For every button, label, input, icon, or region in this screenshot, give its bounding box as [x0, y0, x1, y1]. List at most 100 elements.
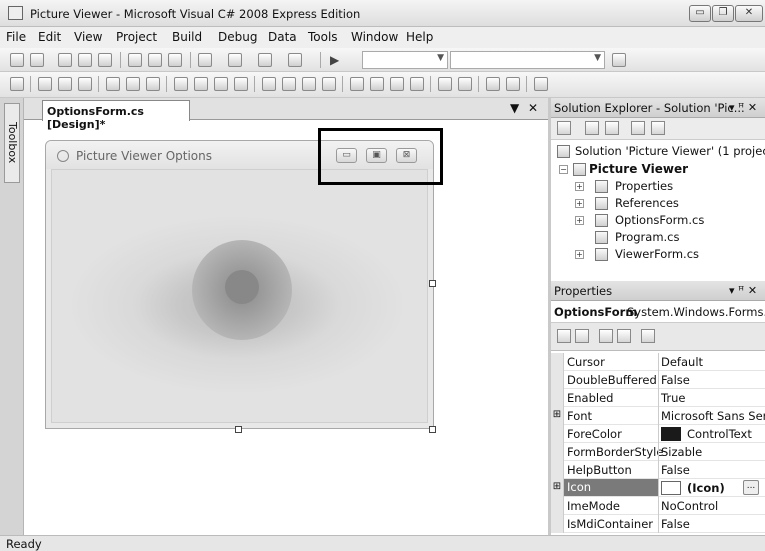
ellipsis-button[interactable]: ... — [743, 480, 759, 495]
v-spacing-increase-icon[interactable] — [370, 77, 384, 91]
property-row-font[interactable]: ⊞ Font Microsoft Sans Seri — [551, 407, 765, 425]
align-to-grid-icon[interactable] — [10, 77, 24, 91]
resize-handle-corner[interactable] — [429, 426, 436, 433]
separator — [254, 76, 255, 92]
paste-icon[interactable] — [168, 53, 182, 67]
v-spacing-decrease-icon[interactable] — [390, 77, 404, 91]
menu-data[interactable]: Data — [268, 30, 297, 44]
toolbox-label: Toolbox — [6, 122, 19, 164]
menu-view[interactable]: View — [74, 30, 102, 44]
save-icon[interactable] — [78, 53, 92, 67]
pane-pin-controls[interactable]: ▾ ꟸ ✕ — [729, 101, 757, 114]
toolbox-tab[interactable]: Toolbox — [4, 103, 20, 183]
platform-combo[interactable]: ▼ — [450, 51, 605, 69]
menu-window[interactable]: Window — [351, 30, 398, 44]
start-debugging-icon[interactable]: ▶ — [330, 53, 339, 67]
h-spacing-remove-icon[interactable] — [322, 77, 336, 91]
expand-icon[interactable]: + — [575, 216, 584, 225]
expand-icon[interactable]: ⊞ — [551, 407, 564, 425]
menu-debug[interactable]: Debug — [218, 30, 257, 44]
size-to-grid-icon[interactable] — [234, 77, 248, 91]
align-bottoms-icon[interactable] — [146, 77, 160, 91]
properties-view-icon[interactable] — [599, 329, 613, 343]
h-spacing-decrease-icon[interactable] — [302, 77, 316, 91]
cut-icon[interactable] — [128, 53, 142, 67]
navigate-backward-icon[interactable] — [258, 53, 272, 67]
menu-project[interactable]: Project — [116, 30, 157, 44]
status-text: Ready — [6, 537, 42, 551]
property-row-enabled[interactable]: Enabled True — [551, 389, 765, 407]
minimize-button[interactable]: ▭ — [689, 5, 711, 22]
align-lefts-icon[interactable] — [38, 77, 52, 91]
view-code-icon[interactable] — [631, 121, 645, 135]
align-centers-icon[interactable] — [58, 77, 72, 91]
property-row-cursor[interactable]: Cursor Default — [551, 353, 765, 371]
resize-handle-bottom[interactable] — [235, 426, 242, 433]
show-all-files-icon[interactable] — [585, 121, 599, 135]
copy-icon[interactable] — [148, 53, 162, 67]
menu-edit[interactable]: Edit — [38, 30, 61, 44]
bring-to-front-icon[interactable] — [486, 77, 500, 91]
align-middles-icon[interactable] — [126, 77, 140, 91]
object-type: System.Windows.Forms.F — [627, 305, 765, 319]
active-files-dropdown-icon[interactable]: ▼ — [510, 101, 519, 115]
center-vertically-icon[interactable] — [458, 77, 472, 91]
property-row-helpbutton[interactable]: HelpButton False — [551, 461, 765, 479]
expand-icon[interactable]: + — [575, 182, 584, 191]
v-spacing-remove-icon[interactable] — [410, 77, 424, 91]
tab-order-icon[interactable] — [534, 77, 548, 91]
make-same-size-icon[interactable] — [214, 77, 228, 91]
separator — [190, 52, 191, 68]
make-same-width-icon[interactable] — [174, 77, 188, 91]
center-horizontally-icon[interactable] — [438, 77, 452, 91]
make-same-height-icon[interactable] — [194, 77, 208, 91]
send-to-back-icon[interactable] — [506, 77, 520, 91]
align-rights-icon[interactable] — [78, 77, 92, 91]
add-item-icon[interactable] — [30, 53, 44, 67]
new-project-icon[interactable] — [10, 53, 24, 67]
menu-tools[interactable]: Tools — [308, 30, 338, 44]
close-document-icon[interactable]: ✕ — [528, 101, 538, 115]
property-pages-icon[interactable] — [641, 329, 655, 343]
save-all-icon[interactable] — [98, 53, 112, 67]
undo-icon[interactable] — [198, 53, 212, 67]
menu-help[interactable]: Help — [406, 30, 433, 44]
v-spacing-equal-icon[interactable] — [350, 77, 364, 91]
property-row-imemode[interactable]: ImeMode NoControl — [551, 497, 765, 515]
separator — [30, 76, 31, 92]
menu-build[interactable]: Build — [172, 30, 202, 44]
maximize-button[interactable]: ❐ — [712, 5, 734, 22]
open-file-icon[interactable] — [58, 53, 72, 67]
redo-icon[interactable] — [228, 53, 242, 67]
h-spacing-equal-icon[interactable] — [262, 77, 276, 91]
pane-pin-controls[interactable]: ▾ ꟸ ✕ — [729, 284, 757, 297]
resize-handle-right[interactable] — [429, 280, 436, 287]
view-designer-icon[interactable] — [651, 121, 665, 135]
align-tops-icon[interactable] — [106, 77, 120, 91]
collapse-icon[interactable]: − — [559, 165, 568, 174]
h-spacing-increase-icon[interactable] — [282, 77, 296, 91]
close-button[interactable]: ✕ — [735, 5, 763, 22]
form-file-icon — [595, 248, 608, 261]
object-selector[interactable]: OptionsForm System.Windows.Forms.F — [551, 301, 765, 323]
property-row-doublebuffered[interactable]: DoubleBuffered False — [551, 371, 765, 389]
navigate-forward-icon[interactable] — [288, 53, 302, 67]
property-row-ismdicontainer[interactable]: IsMdiContainer False — [551, 515, 765, 533]
find-in-files-icon[interactable] — [612, 53, 626, 67]
code-file-icon — [595, 231, 608, 244]
refresh-icon[interactable] — [605, 121, 619, 135]
expand-icon[interactable]: + — [575, 199, 584, 208]
color-swatch — [661, 427, 681, 441]
expand-icon[interactable]: ⊞ — [551, 479, 564, 497]
categorized-icon[interactable] — [557, 329, 571, 343]
configuration-combo[interactable]: ▼ — [362, 51, 448, 69]
properties-icon[interactable] — [557, 121, 571, 135]
property-row-formborderstyle[interactable]: FormBorderStyle Sizable — [551, 443, 765, 461]
alphabetical-icon[interactable] — [575, 329, 589, 343]
property-row-icon[interactable]: ⊞ Icon (Icon) ... — [551, 479, 765, 497]
events-lightning-icon[interactable] — [617, 329, 631, 343]
menu-file[interactable]: File — [6, 30, 26, 44]
property-row-forecolor[interactable]: ForeColor ControlText — [551, 425, 765, 443]
expand-icon[interactable]: + — [575, 250, 584, 259]
tab-optionsform-design[interactable]: OptionsForm.cs [Design]* — [42, 100, 190, 131]
